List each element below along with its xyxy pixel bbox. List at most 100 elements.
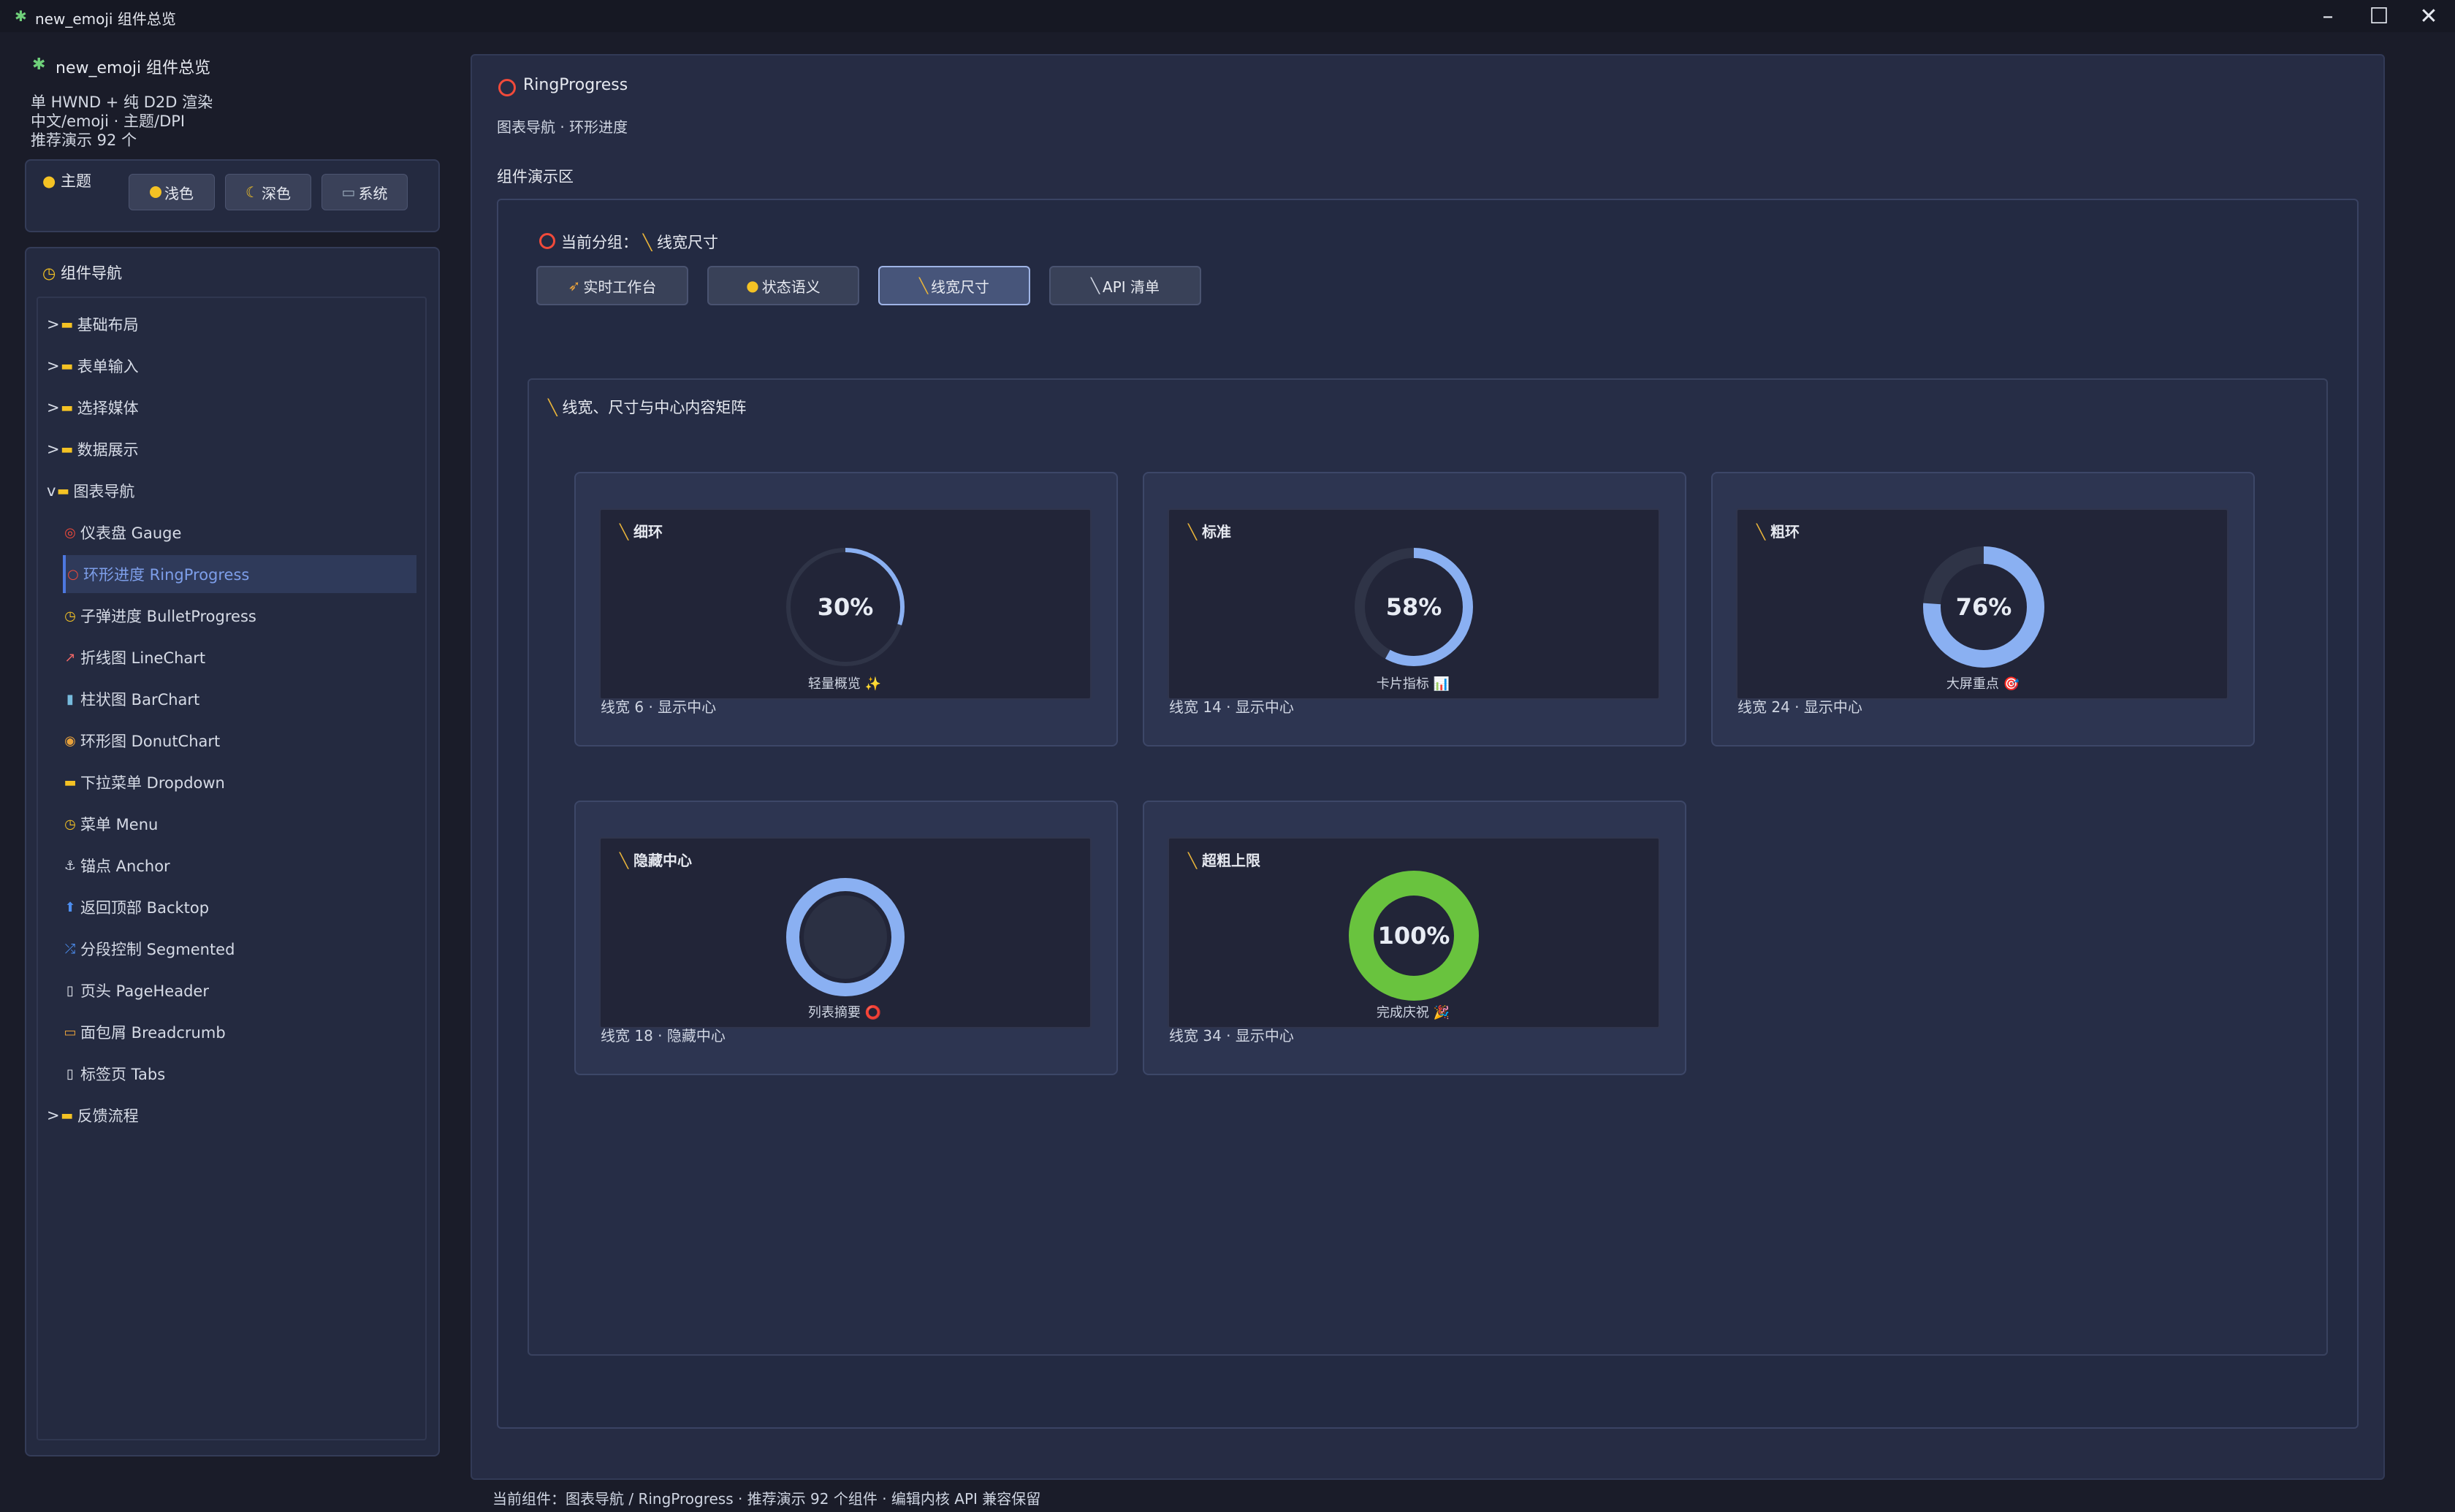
ruler-icon: ╲ (1188, 852, 1198, 869)
nav-item-label: 选择媒体 (77, 400, 139, 417)
page-title: RingProgress (523, 76, 628, 94)
nav-item-barchart[interactable]: ▮ 柱状图 BarChart (63, 680, 416, 718)
nav-group-select-media[interactable]: > ▬ 选择媒体 (47, 389, 416, 427)
nav-item-ringprogress[interactable]: ○ 环形进度 RingProgress (63, 555, 416, 593)
nav-item-segmented[interactable]: ⤮ 分段控制 Segmented (63, 930, 416, 968)
laptop-icon: ▭ (341, 183, 356, 201)
theme-system-label: 系统 (358, 184, 388, 202)
ring-label: 轻量概览 ✨ (807, 676, 882, 692)
nav-item-label: 标签页 Tabs (80, 1066, 166, 1083)
card-title: ╲ 粗环 (1756, 520, 1800, 541)
ring-center-disc (804, 896, 887, 979)
ring-center-value: 76% (1956, 593, 2012, 621)
window-title: new_emoji 组件总览 (35, 10, 176, 28)
nav-group-form-input[interactable]: > ▬ 表单输入 (47, 347, 416, 385)
tab-label: API 清单 (1103, 278, 1160, 296)
nav-group-feedback[interactable]: > ▬ 反馈流程 (47, 1096, 416, 1134)
theme-dark-button[interactable]: ☾ 深色 (225, 174, 311, 210)
folder-icon: ▬ (61, 1107, 74, 1123)
matrix-title: 线宽、尺寸与中心内容矩阵 (562, 399, 747, 416)
nav-item-anchor[interactable]: ⚓ 锚点 Anchor (63, 847, 416, 885)
expand-indicator: > (47, 357, 60, 375)
nav-group-chart-nav[interactable]: v ▬ 图表导航 (47, 472, 416, 510)
tab-status-semantics[interactable]: ● 状态语义 (707, 266, 859, 305)
maximize-button[interactable]: ☐ (2357, 3, 2401, 29)
folder-icon: ▬ (56, 483, 69, 499)
ring-icon: ○ (67, 566, 79, 582)
theme-system-button[interactable]: ▭ 系统 (321, 174, 408, 210)
nav-item-bulletprogress[interactable]: ◷ 子弹进度 BulletProgress (63, 597, 416, 635)
nav-item-breadcrumb[interactable]: ▭ 面包屑 Breadcrumb (63, 1013, 416, 1051)
moon-icon: ☾ (246, 183, 259, 201)
nav-item-gauge[interactable]: ◎ 仪表盘 Gauge (63, 513, 416, 551)
nav-item-label: 面包屑 Breadcrumb (80, 1024, 226, 1042)
card-caption: 线宽 24 · 显示中心 (1737, 698, 1862, 716)
ruler-icon: ╲ (1756, 523, 1766, 541)
nav-group-basic-layout[interactable]: > ▬ 基础布局 (47, 305, 416, 343)
folder-icon: ▬ (61, 441, 74, 457)
theme-dark-label: 深色 (261, 184, 291, 202)
ruler-icon: ╲ (620, 523, 629, 541)
tab-live-workbench[interactable]: ➶ 实时工作台 (536, 266, 688, 305)
card-title: ╲ 细环 (620, 520, 663, 541)
status-bar: 当前组件：图表导航 / RingProgress · 推荐演示 92 个组件 ·… (492, 1490, 1041, 1508)
nav-label: 组件导航 (61, 264, 123, 282)
nav-item-label: 下拉菜单 Dropdown (80, 774, 225, 792)
nav-item-label: 环形图 DonutChart (80, 733, 221, 750)
card-title-text: 细环 (633, 523, 663, 541)
minimize-button[interactable]: – (2306, 3, 2350, 29)
ruler-icon: ╲ (548, 399, 557, 416)
nav-item-donutchart[interactable]: ◉ 环形图 DonutChart (63, 722, 416, 760)
folder-icon: ▬ (61, 400, 74, 416)
ring-progress: 100% (1349, 871, 1479, 1001)
tab-line-width-size[interactable]: ╲ 线宽尺寸 (878, 266, 1030, 305)
group-prefix: 当前分组： (561, 234, 638, 251)
theme-light-button[interactable]: 浅色 (129, 174, 215, 210)
card-title-text: 粗环 (1770, 523, 1800, 541)
tab-label: 线宽尺寸 (931, 278, 990, 296)
nav-group-data-display[interactable]: > ▬ 数据展示 (47, 430, 416, 468)
tab-api-list[interactable]: ╲ API 清单 (1049, 266, 1201, 305)
nav-item-label: 基础布局 (77, 316, 139, 334)
nav-item-label: 折线图 LineChart (80, 649, 206, 667)
ring-progress: 76% (1923, 546, 2044, 668)
folder-icon: ▬ (64, 774, 77, 790)
clock-icon: ◷ (42, 264, 56, 282)
card-title-text: 隐藏中心 (633, 852, 693, 869)
nav-item-label: 图表导航 (73, 483, 135, 500)
theme-label: 主题 (61, 172, 92, 190)
nav-item-backtop[interactable]: ⬆ 返回顶部 Backtop (63, 888, 416, 926)
nav-item-label: 反馈流程 (77, 1107, 139, 1125)
palette-icon: ● (746, 277, 759, 294)
close-button[interactable]: ✕ (2407, 3, 2451, 29)
ring-progress (786, 878, 905, 996)
nav-item-label: 数据展示 (77, 441, 139, 459)
ring-icon (539, 233, 555, 249)
anchor-icon: ⚓ (64, 858, 77, 874)
page-icon: ▯ (66, 1066, 74, 1082)
card-caption: 线宽 14 · 显示中心 (1169, 698, 1294, 716)
ruler-icon: ╲ (918, 277, 929, 294)
title-bar: ✱ new_emoji 组件总览 – ☐ ✕ (0, 0, 2455, 32)
nav-item-dropdown[interactable]: ▬ 下拉菜单 Dropdown (63, 763, 416, 801)
bar-chart-icon: ▮ (66, 691, 74, 707)
nav-item-tabs[interactable]: ▯ 标签页 Tabs (63, 1055, 416, 1093)
ruler-icon: ╲ (642, 234, 652, 251)
expand-indicator: > (47, 316, 60, 333)
nav-item-label: 表单输入 (77, 358, 139, 375)
card-title: ╲ 超粗上限 (1188, 849, 1260, 870)
ring-label: 大屏重点 🎯 (1946, 676, 2020, 692)
ring-label: 卡片指标 📊 (1376, 676, 1450, 692)
ring-label: 完成庆祝 🎉 (1376, 1005, 1450, 1020)
clock-icon: ◷ (64, 816, 76, 832)
current-group: 当前分组： ╲ 线宽尺寸 (561, 231, 718, 253)
dart-icon: ◎ (64, 524, 76, 541)
nav-item-linechart[interactable]: ↗ 折线图 LineChart (63, 638, 416, 676)
folder-icon: ▬ (61, 316, 74, 332)
sun-icon (150, 186, 161, 198)
ring-progress: 58% (1355, 548, 1473, 666)
nav-item-menu[interactable]: ◷ 菜单 Menu (63, 805, 416, 843)
card-caption: 线宽 6 · 显示中心 (601, 698, 717, 716)
ruler-icon: ╲ (1188, 523, 1198, 541)
nav-item-pageheader[interactable]: ▯ 页头 PageHeader (63, 971, 416, 1009)
